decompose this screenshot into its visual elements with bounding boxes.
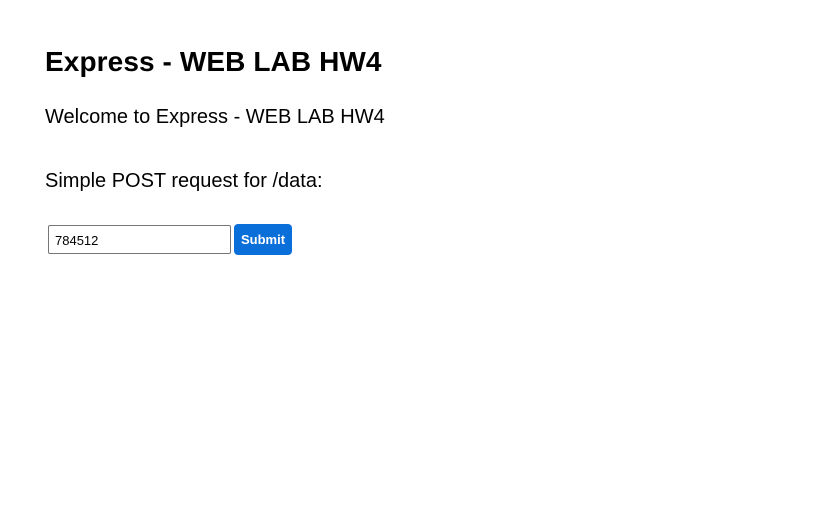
submit-button[interactable]: Submit: [234, 224, 292, 255]
page-title: Express - WEB LAB HW4: [45, 46, 382, 77]
post-request-label: Simple POST request for /data:: [45, 170, 323, 192]
welcome-text: Welcome to Express - WEB LAB HW4: [45, 106, 385, 128]
page-body: Express - WEB LAB HW4 Welcome to Express…: [0, 0, 833, 512]
data-input[interactable]: [48, 225, 231, 254]
data-form: Submit: [48, 224, 833, 255]
